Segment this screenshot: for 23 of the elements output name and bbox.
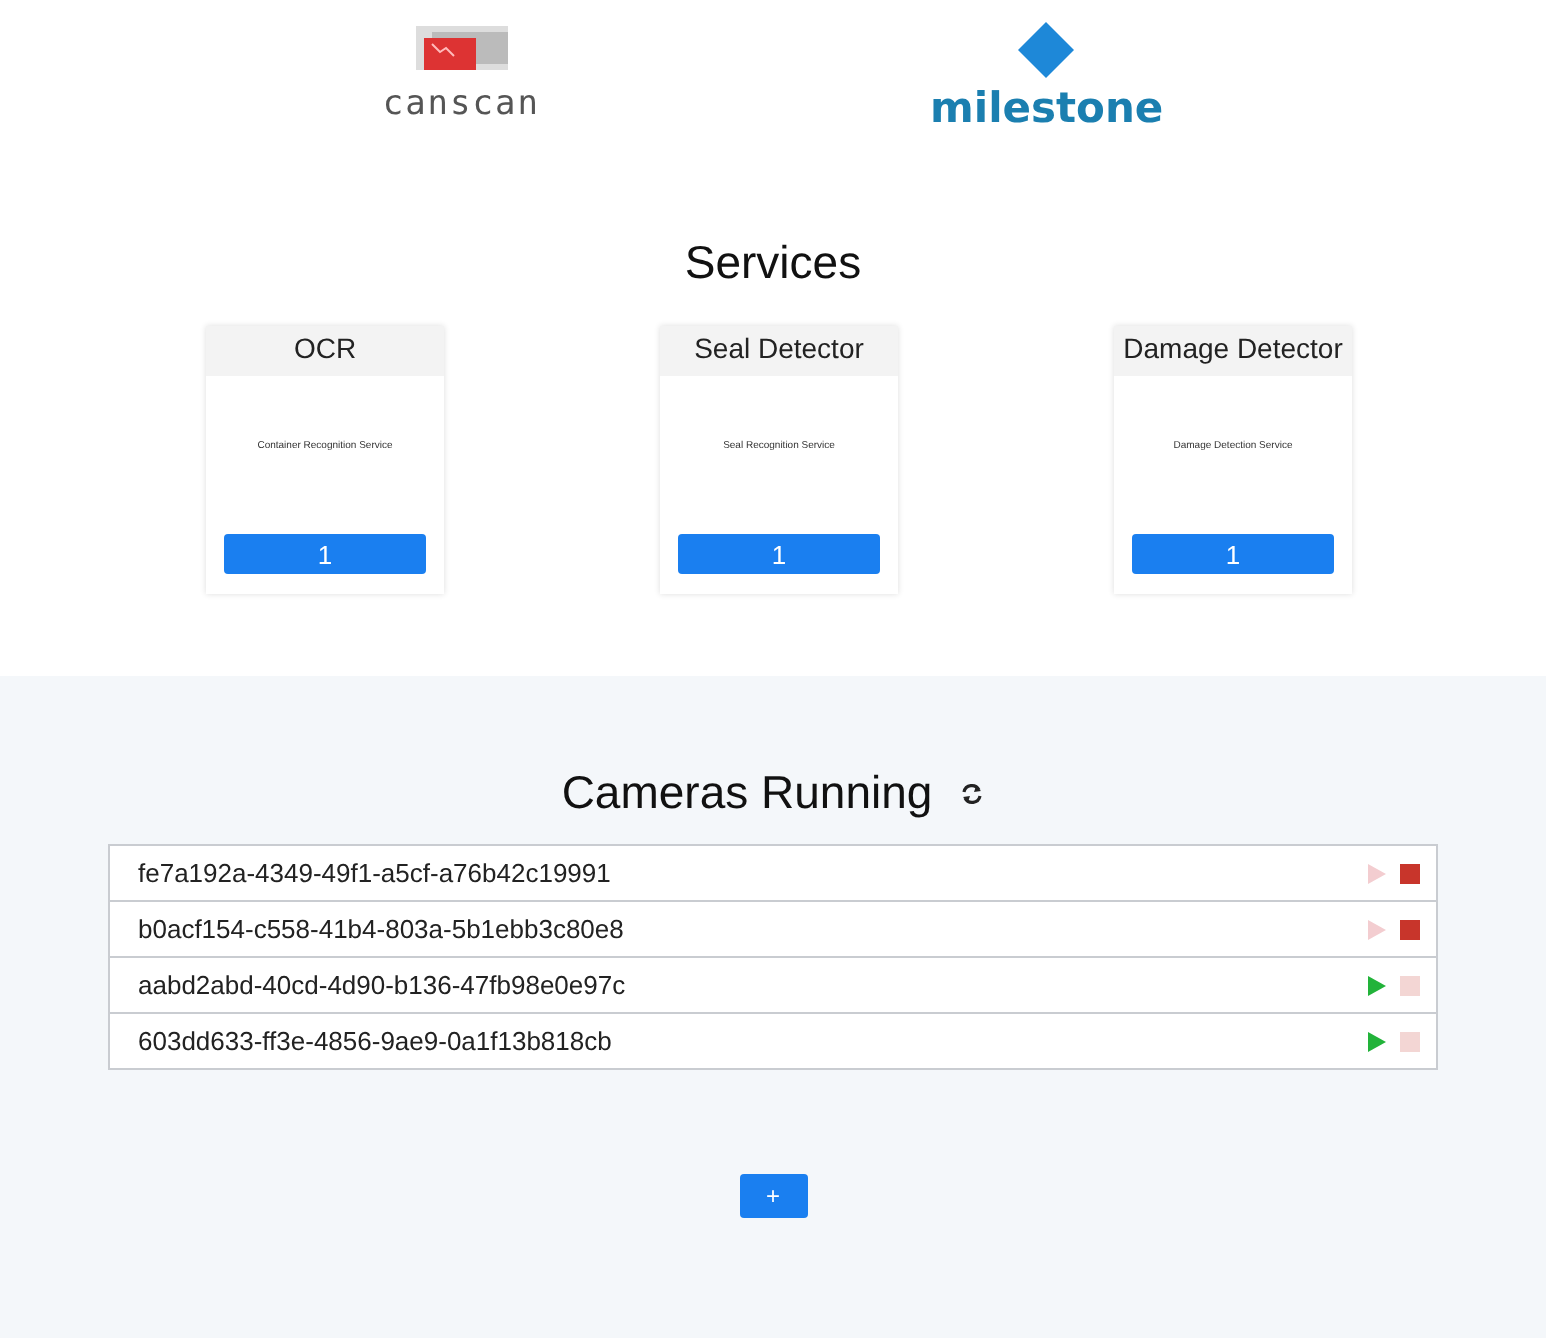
logo-text: canscan [382, 84, 540, 124]
diamond-icon [1016, 20, 1077, 80]
card-title: Seal Detector [660, 326, 898, 376]
section-title: Services [682, 236, 864, 290]
card-title: OCR [206, 326, 444, 376]
section-title: Cameras Running [561, 766, 933, 820]
camera-id: b0acf154-c558-41b4-803a-5b1ebb3c80e8 [138, 914, 626, 944]
logo-text: milestone [929, 84, 1164, 132]
play-icon[interactable] [1368, 919, 1386, 939]
add-button[interactable]: + [739, 1174, 807, 1218]
count-button[interactable]: 1 [224, 534, 426, 574]
play-icon[interactable] [1368, 975, 1386, 995]
camera-id: aabd2abd-40cd-4d90-b136-47fb98e0e97c [138, 970, 628, 1000]
play-icon[interactable] [1368, 1031, 1386, 1051]
play-icon[interactable] [1368, 863, 1386, 883]
camera-id: 603dd633-ff3e-4856-9ae9-0a1f13b818cb [138, 1026, 614, 1056]
stop-icon[interactable] [1400, 919, 1420, 939]
refresh-icon[interactable] [960, 781, 985, 805]
count-button[interactable]: 1 [1132, 534, 1334, 574]
stop-icon[interactable] [1400, 863, 1420, 883]
camera-id: fe7a192a-4349-49f1-a5cf-a76b42c19991 [138, 858, 613, 888]
count-button[interactable]: 1 [678, 534, 880, 574]
card-title: Damage Detector [1114, 326, 1352, 376]
